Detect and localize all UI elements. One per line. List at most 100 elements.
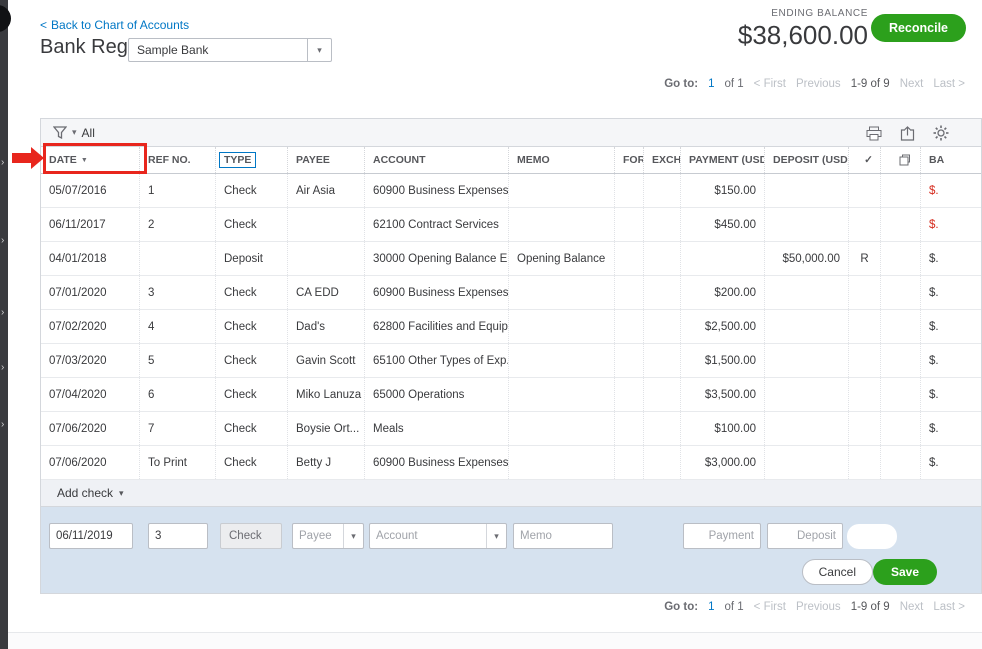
cell-type[interactable]: Check [216, 412, 288, 445]
cell-payee[interactable] [288, 242, 365, 275]
cell-memo[interactable] [509, 344, 615, 377]
cell-attachment[interactable] [881, 344, 921, 377]
edit-deposit-input[interactable] [767, 523, 843, 549]
cell-memo[interactable] [509, 310, 615, 343]
cell-deposit[interactable] [765, 276, 849, 309]
cell-attachment[interactable] [881, 276, 921, 309]
cell-refno[interactable]: 3 [140, 276, 216, 309]
cell-payment[interactable]: $3,500.00 [681, 378, 765, 411]
column-header-deposit[interactable]: DEPOSIT (USD) [765, 147, 849, 173]
cell-cleared[interactable] [849, 276, 881, 309]
column-header-type[interactable]: TYPE [216, 147, 288, 173]
edit-memo-input[interactable] [513, 523, 613, 549]
column-header-date[interactable]: DATE ▼ [41, 147, 140, 173]
column-header-payment[interactable]: PAYMENT (USD) [681, 147, 765, 173]
page-number-input[interactable]: 1 [708, 601, 714, 613]
column-header-refno[interactable]: REF NO. [140, 147, 216, 173]
edit-refno-input[interactable] [148, 523, 208, 549]
cell-attachment[interactable] [881, 208, 921, 241]
cell-cleared[interactable] [849, 310, 881, 343]
cell-foreign[interactable] [615, 446, 644, 479]
cell-payee[interactable]: Miko Lanuza [288, 378, 365, 411]
cell-foreign[interactable] [615, 344, 644, 377]
back-link[interactable]: < Back to Chart of Accounts [40, 18, 189, 32]
cell-memo[interactable] [509, 446, 615, 479]
cell-deposit[interactable] [765, 412, 849, 445]
cell-date[interactable]: 07/01/2020 [41, 276, 140, 309]
cell-type[interactable]: Check [216, 276, 288, 309]
cell-cleared[interactable] [849, 412, 881, 445]
cell-exchange[interactable] [644, 174, 681, 207]
cell-account[interactable]: 65000 Operations [365, 378, 509, 411]
cell-account[interactable]: Meals [365, 412, 509, 445]
edit-account-combo[interactable]: ▾ [369, 523, 507, 549]
cell-attachment[interactable] [881, 412, 921, 445]
cell-payee[interactable]: Boysie Ort... [288, 412, 365, 445]
cell-refno[interactable]: 6 [140, 378, 216, 411]
export-icon[interactable] [900, 126, 915, 141]
register-row[interactable]: 07/01/2020 3 Check CA EDD 60900 Business… [41, 276, 981, 310]
cleared-status-field[interactable] [847, 524, 897, 549]
filter-control[interactable]: ▾ All [53, 126, 95, 140]
cell-date[interactable]: 05/07/2016 [41, 174, 140, 207]
cell-type[interactable]: Check [216, 208, 288, 241]
cell-account[interactable]: 30000 Opening Balance E... [365, 242, 509, 275]
cell-type[interactable]: Deposit [216, 242, 288, 275]
chevron-down-icon[interactable]: ▾ [343, 524, 363, 548]
sidebar-chevron-right-icon[interactable]: › [1, 158, 4, 168]
edit-payee-combo[interactable]: ▾ [292, 523, 364, 549]
edit-date-input[interactable] [49, 523, 133, 549]
cell-refno[interactable]: To Print [140, 446, 216, 479]
register-row[interactable]: 07/03/2020 5 Check Gavin Scott 65100 Oth… [41, 344, 981, 378]
page-number-input[interactable]: 1 [708, 78, 714, 90]
column-header-memo[interactable]: MEMO [509, 147, 615, 173]
cell-cleared[interactable] [849, 446, 881, 479]
cell-deposit[interactable] [765, 174, 849, 207]
cell-payment[interactable]: $2,500.00 [681, 310, 765, 343]
column-header-account[interactable]: ACCOUNT [365, 147, 509, 173]
cell-payee[interactable]: Gavin Scott [288, 344, 365, 377]
cell-exchange[interactable] [644, 208, 681, 241]
cell-exchange[interactable] [644, 446, 681, 479]
previous-page-button[interactable]: Previous [796, 601, 841, 613]
cell-deposit[interactable] [765, 208, 849, 241]
cell-exchange[interactable] [644, 344, 681, 377]
cell-date[interactable]: 07/04/2020 [41, 378, 140, 411]
cell-attachment[interactable] [881, 174, 921, 207]
cell-refno[interactable]: 4 [140, 310, 216, 343]
settings-gear-icon[interactable] [933, 125, 949, 141]
column-header-foreign[interactable]: FORE [615, 147, 644, 173]
first-page-button[interactable]: < First [754, 78, 786, 90]
column-header-balance[interactable]: BA [921, 147, 982, 173]
register-row[interactable]: 07/06/2020 To Print Check Betty J 60900 … [41, 446, 981, 480]
cell-type[interactable]: Check [216, 310, 288, 343]
cell-payment[interactable]: $100.00 [681, 412, 765, 445]
column-header-exchange[interactable]: EXCH [644, 147, 681, 173]
last-page-button[interactable]: Last > [933, 601, 965, 613]
cell-attachment[interactable] [881, 446, 921, 479]
column-header-payee[interactable]: PAYEE [288, 147, 365, 173]
print-icon[interactable] [866, 126, 882, 141]
cell-memo[interactable]: Opening Balance [509, 242, 615, 275]
add-check-button[interactable]: Add check ▾ [41, 480, 981, 507]
previous-page-button[interactable]: Previous [796, 78, 841, 90]
cell-payment[interactable]: $1,500.00 [681, 344, 765, 377]
cell-attachment[interactable] [881, 242, 921, 275]
first-page-button[interactable]: < First [754, 601, 786, 613]
next-page-button[interactable]: Next [900, 601, 924, 613]
cell-attachment[interactable] [881, 378, 921, 411]
cell-foreign[interactable] [615, 242, 644, 275]
cell-exchange[interactable] [644, 378, 681, 411]
cell-payment[interactable]: $150.00 [681, 174, 765, 207]
cell-date[interactable]: 04/01/2018 [41, 242, 140, 275]
cell-deposit[interactable] [765, 310, 849, 343]
cell-refno[interactable]: 1 [140, 174, 216, 207]
cell-account[interactable]: 62100 Contract Services [365, 208, 509, 241]
cell-cleared[interactable] [849, 208, 881, 241]
cell-account[interactable]: 60900 Business Expenses [365, 446, 509, 479]
register-row[interactable]: 04/01/2018 Deposit 30000 Opening Balance… [41, 242, 981, 276]
chevron-down-icon[interactable]: ▾ [307, 39, 331, 61]
register-row[interactable]: 07/04/2020 6 Check Miko Lanuza 65000 Ope… [41, 378, 981, 412]
cell-deposit[interactable] [765, 446, 849, 479]
column-header-cleared[interactable]: ✓ [849, 147, 881, 173]
